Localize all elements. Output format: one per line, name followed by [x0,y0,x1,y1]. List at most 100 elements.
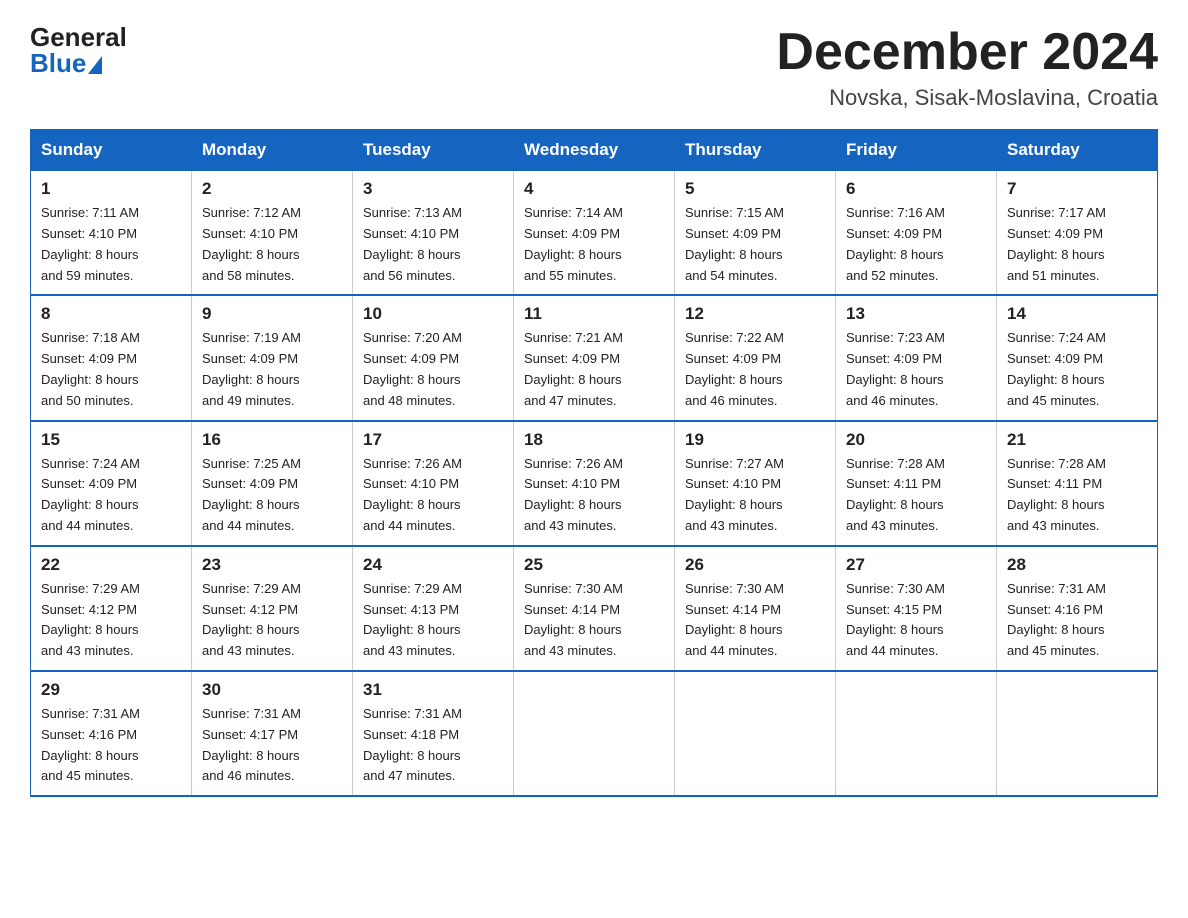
col-saturday: Saturday [997,130,1158,171]
day-info: Sunrise: 7:20 AM Sunset: 4:09 PM Dayligh… [363,328,503,411]
calendar-cell: 31 Sunrise: 7:31 AM Sunset: 4:18 PM Dayl… [353,671,514,796]
day-info: Sunrise: 7:17 AM Sunset: 4:09 PM Dayligh… [1007,203,1147,286]
day-number: 30 [202,680,342,700]
day-number: 5 [685,179,825,199]
calendar-cell: 17 Sunrise: 7:26 AM Sunset: 4:10 PM Dayl… [353,421,514,546]
day-number: 18 [524,430,664,450]
col-monday: Monday [192,130,353,171]
calendar-cell: 3 Sunrise: 7:13 AM Sunset: 4:10 PM Dayli… [353,171,514,296]
day-number: 19 [685,430,825,450]
col-tuesday: Tuesday [353,130,514,171]
calendar-cell: 25 Sunrise: 7:30 AM Sunset: 4:14 PM Dayl… [514,546,675,671]
day-number: 1 [41,179,181,199]
col-thursday: Thursday [675,130,836,171]
day-info: Sunrise: 7:30 AM Sunset: 4:14 PM Dayligh… [685,579,825,662]
col-friday: Friday [836,130,997,171]
day-info: Sunrise: 7:18 AM Sunset: 4:09 PM Dayligh… [41,328,181,411]
calendar-cell: 21 Sunrise: 7:28 AM Sunset: 4:11 PM Dayl… [997,421,1158,546]
calendar-header: Sunday Monday Tuesday Wednesday Thursday… [31,130,1158,171]
day-info: Sunrise: 7:31 AM Sunset: 4:16 PM Dayligh… [41,704,181,787]
day-info: Sunrise: 7:22 AM Sunset: 4:09 PM Dayligh… [685,328,825,411]
col-wednesday: Wednesday [514,130,675,171]
day-info: Sunrise: 7:29 AM Sunset: 4:12 PM Dayligh… [41,579,181,662]
day-info: Sunrise: 7:30 AM Sunset: 4:15 PM Dayligh… [846,579,986,662]
day-number: 12 [685,304,825,324]
day-number: 27 [846,555,986,575]
logo-blue-text: Blue [30,50,102,76]
day-info: Sunrise: 7:26 AM Sunset: 4:10 PM Dayligh… [524,454,664,537]
day-number: 6 [846,179,986,199]
day-info: Sunrise: 7:25 AM Sunset: 4:09 PM Dayligh… [202,454,342,537]
page-header: General Blue December 2024 Novska, Sisak… [30,24,1158,111]
calendar-week-row: 8 Sunrise: 7:18 AM Sunset: 4:09 PM Dayli… [31,295,1158,420]
calendar-cell [997,671,1158,796]
calendar-cell: 29 Sunrise: 7:31 AM Sunset: 4:16 PM Dayl… [31,671,192,796]
calendar-cell: 30 Sunrise: 7:31 AM Sunset: 4:17 PM Dayl… [192,671,353,796]
day-info: Sunrise: 7:30 AM Sunset: 4:14 PM Dayligh… [524,579,664,662]
day-number: 22 [41,555,181,575]
day-number: 25 [524,555,664,575]
logo-triangle-icon [88,56,102,74]
day-number: 21 [1007,430,1147,450]
calendar-cell: 22 Sunrise: 7:29 AM Sunset: 4:12 PM Dayl… [31,546,192,671]
calendar-week-row: 1 Sunrise: 7:11 AM Sunset: 4:10 PM Dayli… [31,171,1158,296]
day-info: Sunrise: 7:14 AM Sunset: 4:09 PM Dayligh… [524,203,664,286]
calendar-cell: 20 Sunrise: 7:28 AM Sunset: 4:11 PM Dayl… [836,421,997,546]
calendar-cell: 28 Sunrise: 7:31 AM Sunset: 4:16 PM Dayl… [997,546,1158,671]
calendar-cell: 24 Sunrise: 7:29 AM Sunset: 4:13 PM Dayl… [353,546,514,671]
day-info: Sunrise: 7:15 AM Sunset: 4:09 PM Dayligh… [685,203,825,286]
calendar-body: 1 Sunrise: 7:11 AM Sunset: 4:10 PM Dayli… [31,171,1158,796]
calendar-table: Sunday Monday Tuesday Wednesday Thursday… [30,129,1158,797]
day-number: 17 [363,430,503,450]
day-info: Sunrise: 7:24 AM Sunset: 4:09 PM Dayligh… [1007,328,1147,411]
day-number: 14 [1007,304,1147,324]
calendar-cell: 16 Sunrise: 7:25 AM Sunset: 4:09 PM Dayl… [192,421,353,546]
day-info: Sunrise: 7:28 AM Sunset: 4:11 PM Dayligh… [1007,454,1147,537]
location-title: Novska, Sisak-Moslavina, Croatia [776,85,1158,111]
day-info: Sunrise: 7:29 AM Sunset: 4:12 PM Dayligh… [202,579,342,662]
calendar-cell: 23 Sunrise: 7:29 AM Sunset: 4:12 PM Dayl… [192,546,353,671]
days-of-week-row: Sunday Monday Tuesday Wednesday Thursday… [31,130,1158,171]
calendar-week-row: 29 Sunrise: 7:31 AM Sunset: 4:16 PM Dayl… [31,671,1158,796]
calendar-cell: 5 Sunrise: 7:15 AM Sunset: 4:09 PM Dayli… [675,171,836,296]
calendar-cell [836,671,997,796]
calendar-cell: 15 Sunrise: 7:24 AM Sunset: 4:09 PM Dayl… [31,421,192,546]
day-number: 20 [846,430,986,450]
logo-general-text: General [30,24,127,50]
day-number: 29 [41,680,181,700]
calendar-cell: 1 Sunrise: 7:11 AM Sunset: 4:10 PM Dayli… [31,171,192,296]
calendar-cell: 4 Sunrise: 7:14 AM Sunset: 4:09 PM Dayli… [514,171,675,296]
day-number: 28 [1007,555,1147,575]
day-number: 24 [363,555,503,575]
title-block: December 2024 Novska, Sisak-Moslavina, C… [776,24,1158,111]
calendar-cell: 2 Sunrise: 7:12 AM Sunset: 4:10 PM Dayli… [192,171,353,296]
day-number: 3 [363,179,503,199]
day-number: 26 [685,555,825,575]
day-info: Sunrise: 7:11 AM Sunset: 4:10 PM Dayligh… [41,203,181,286]
day-number: 8 [41,304,181,324]
day-number: 13 [846,304,986,324]
calendar-cell: 11 Sunrise: 7:21 AM Sunset: 4:09 PM Dayl… [514,295,675,420]
day-number: 2 [202,179,342,199]
day-info: Sunrise: 7:27 AM Sunset: 4:10 PM Dayligh… [685,454,825,537]
day-number: 4 [524,179,664,199]
day-info: Sunrise: 7:21 AM Sunset: 4:09 PM Dayligh… [524,328,664,411]
day-info: Sunrise: 7:31 AM Sunset: 4:16 PM Dayligh… [1007,579,1147,662]
day-info: Sunrise: 7:31 AM Sunset: 4:18 PM Dayligh… [363,704,503,787]
calendar-cell [675,671,836,796]
calendar-cell: 18 Sunrise: 7:26 AM Sunset: 4:10 PM Dayl… [514,421,675,546]
calendar-cell: 12 Sunrise: 7:22 AM Sunset: 4:09 PM Dayl… [675,295,836,420]
calendar-cell: 26 Sunrise: 7:30 AM Sunset: 4:14 PM Dayl… [675,546,836,671]
day-info: Sunrise: 7:26 AM Sunset: 4:10 PM Dayligh… [363,454,503,537]
day-number: 10 [363,304,503,324]
col-sunday: Sunday [31,130,192,171]
calendar-cell: 8 Sunrise: 7:18 AM Sunset: 4:09 PM Dayli… [31,295,192,420]
day-info: Sunrise: 7:12 AM Sunset: 4:10 PM Dayligh… [202,203,342,286]
day-info: Sunrise: 7:31 AM Sunset: 4:17 PM Dayligh… [202,704,342,787]
calendar-cell: 13 Sunrise: 7:23 AM Sunset: 4:09 PM Dayl… [836,295,997,420]
day-number: 23 [202,555,342,575]
day-info: Sunrise: 7:16 AM Sunset: 4:09 PM Dayligh… [846,203,986,286]
day-info: Sunrise: 7:13 AM Sunset: 4:10 PM Dayligh… [363,203,503,286]
calendar-cell [514,671,675,796]
calendar-cell: 9 Sunrise: 7:19 AM Sunset: 4:09 PM Dayli… [192,295,353,420]
